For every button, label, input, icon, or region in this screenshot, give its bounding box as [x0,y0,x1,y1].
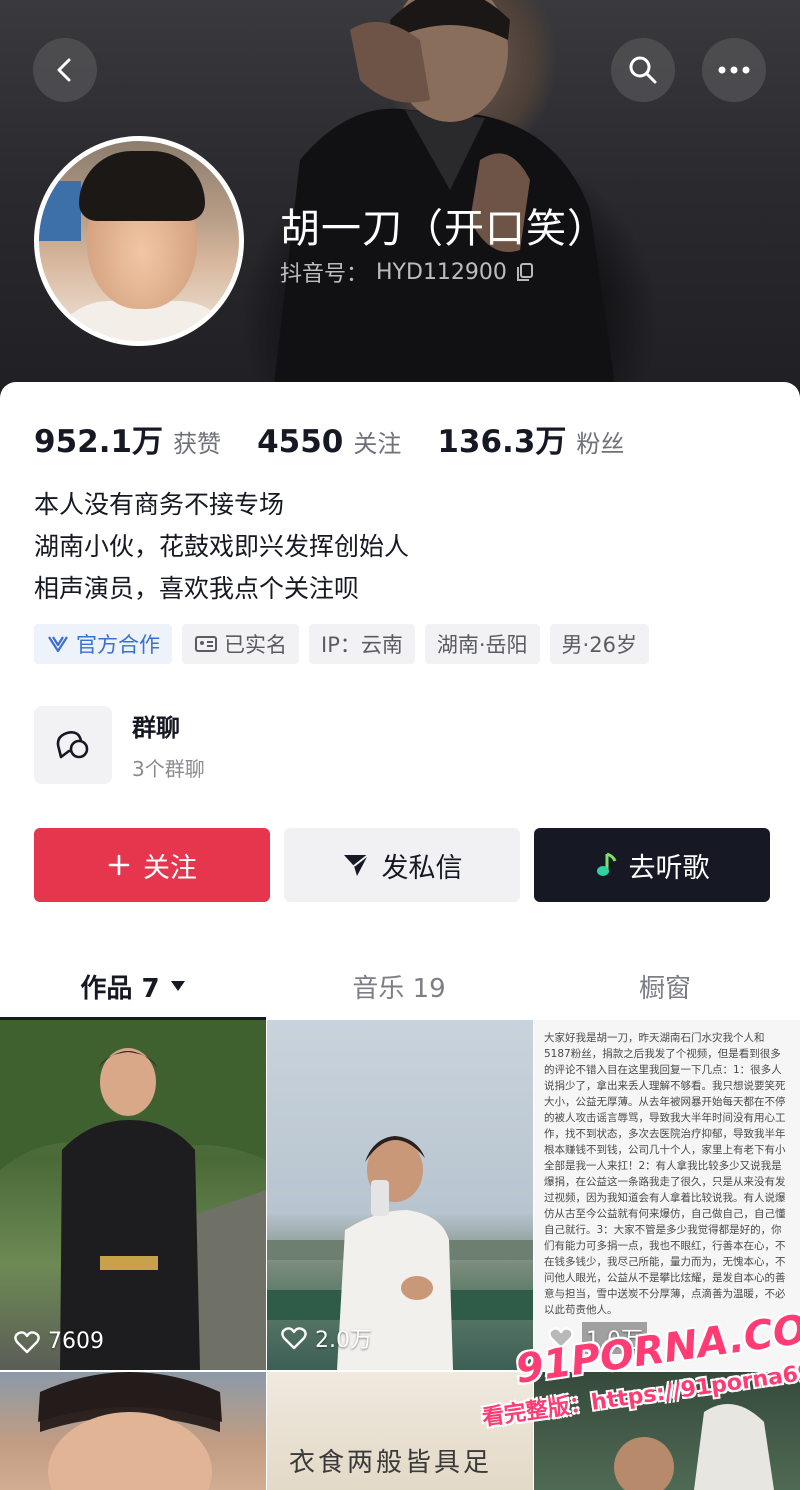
stat-value: 136.3万 [437,424,567,460]
listen-music-label: 去听歌 [628,852,710,884]
paper-plane-icon [343,854,369,876]
follow-label: 关注 [143,852,197,884]
more-horizontal-icon [718,66,750,74]
douyin-id-label: 抖音号： [280,262,369,287]
stat-label: 获赞 [173,430,222,458]
tab-label: 音乐 19 [352,973,446,1004]
tag-label: 官方合作 [76,633,160,657]
douyin-id-value: HYD112900 [376,259,507,285]
tab-label: 橱窗 [638,973,691,1004]
group-chat-icon-box [34,706,112,784]
profile-tags: 官方合作 已实名 IP：云南 湖南·岳阳 男·26岁 [34,624,649,664]
tab-music[interactable]: 音乐 19 [266,952,532,1020]
tab-works[interactable]: 作品 7 [0,952,266,1020]
action-buttons: 关注 发私信 去听歌 [34,828,770,902]
bio-line: 湖南小伙，花鼓戏即兴发挥创始人 [34,532,410,561]
send-message-button[interactable]: 发私信 [284,828,520,902]
display-name: 胡一刀（开口笑） [280,206,608,252]
back-button[interactable] [33,38,97,102]
likes-count: 7609 [48,1329,104,1354]
more-button[interactable] [702,38,766,102]
tag-official-cooperation[interactable]: 官方合作 [34,624,172,664]
tag-label: IP：云南 [321,633,403,657]
bio-line: 相声演员，喜欢我点个关注呗 [34,574,360,603]
video-likes: 7609 [14,1329,104,1354]
heart-outline-icon [14,1330,40,1353]
video-person-illustration [0,1020,266,1370]
tab-showcase[interactable]: 橱窗 [532,952,798,1020]
video-text-screenshot: 大家好我是胡一刀，昨天湖南石门水灾我个人和5187粉丝，捐款之后我发了个视频，但… [544,1032,786,1316]
video-thumbnail[interactable]: 2.0万 [267,1020,533,1370]
tag-gender-age: 男·26岁 [549,624,649,664]
bio: 本人没有商务不接专场 湖南小伙，花鼓戏即兴发挥创始人 相声演员，喜欢我点个关注呗 [34,484,409,610]
triangle-down-icon[interactable] [170,980,186,992]
stats-row: 952.1万 获赞 4550 关注 136.3万 粉丝 [34,416,624,461]
video-person-illustration [267,1136,533,1370]
stat-followers[interactable]: 136.3万 粉丝 [437,416,624,461]
video-thumbnail[interactable] [0,1372,266,1490]
send-message-label: 发私信 [381,852,463,884]
group-chat-count: 3个群聊 [132,757,205,781]
tab-label: 作品 7 [80,973,160,1004]
profile-header: 胡一刀（开口笑） 抖音号： HYD112900 [0,0,800,420]
follow-button[interactable]: 关注 [34,828,270,902]
tag-label: 湖南·岳阳 [436,633,528,657]
id-card-icon [195,636,217,652]
video-thumbnail[interactable]: 7609 [0,1020,266,1370]
video-person-illustration [38,1372,222,1490]
video-likes: 2.0万 [281,1322,372,1354]
content-tabs: 作品 7 音乐 19 橱窗 [0,952,800,1020]
bio-line: 本人没有商务不接专场 [34,490,285,519]
group-chat-entry[interactable]: 群聊 3个群聊 [34,706,205,784]
chevron-left-icon [57,58,71,82]
avatar[interactable] [34,136,244,346]
stat-value: 4550 [257,424,344,460]
video-caption: 衣食两般皆具足 [289,1448,493,1478]
tag-verified[interactable]: 已实名 [182,624,299,664]
official-cooperation-icon [48,636,68,653]
avatar-background-sign [39,181,81,241]
likes-count: 2.0万 [315,1328,372,1353]
tag-location: 湖南·岳阳 [424,624,540,664]
search-icon [629,56,657,84]
stat-label: 粉丝 [576,430,625,458]
stat-label: 关注 [353,430,402,458]
stat-likes[interactable]: 952.1万 获赞 [34,416,221,461]
chat-bubbles-icon [56,731,89,759]
stat-following[interactable]: 4550 关注 [257,424,401,460]
group-chat-title: 群聊 [132,714,180,742]
copy-icon[interactable] [515,262,535,282]
heart-outline-icon [281,1327,307,1350]
tag-ip: IP：云南 [309,624,415,664]
tag-label: 已实名 [224,633,287,657]
douyin-id-row[interactable]: 抖音号： HYD112900 [280,256,535,288]
music-note-icon [596,852,616,876]
listen-music-button[interactable]: 去听歌 [534,828,770,902]
avatar-hair [79,151,205,221]
stat-value: 952.1万 [34,424,164,460]
plus-icon [108,854,130,876]
search-button[interactable] [611,38,675,102]
tag-label: 男·26岁 [561,633,637,657]
